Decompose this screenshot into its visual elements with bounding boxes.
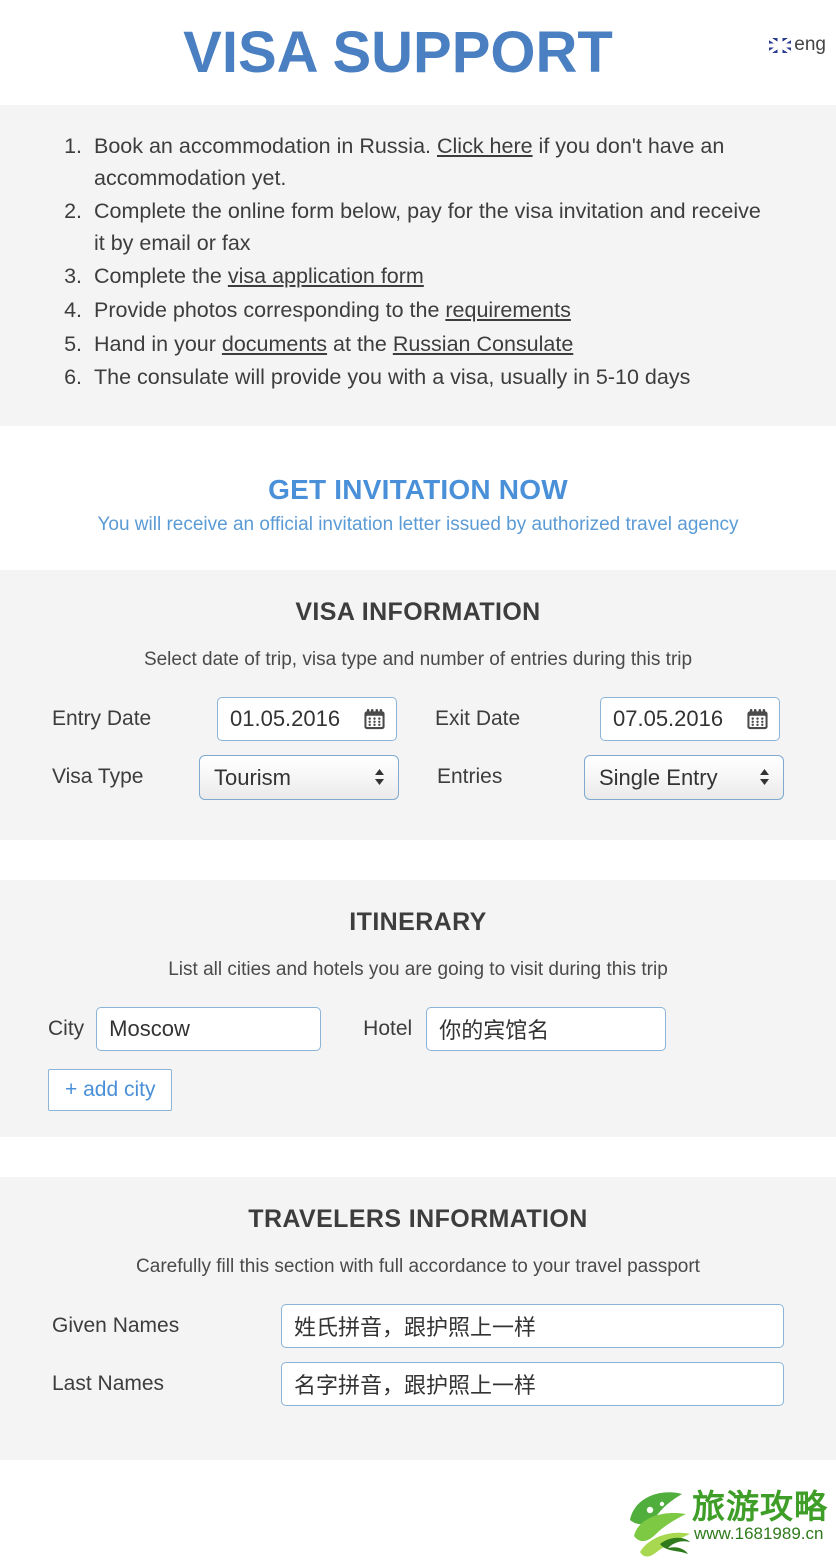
itinerary-subtitle: List all cities and hotels you are going… bbox=[168, 958, 668, 980]
entries-label: Entries bbox=[437, 765, 503, 789]
get-invitation-subtitle: You will receive an official invitation … bbox=[97, 513, 739, 535]
travelers-information-subtitle: Carefully fill this section with full ac… bbox=[136, 1255, 700, 1277]
list-item: Complete the visa application form bbox=[88, 261, 776, 293]
page-header: VISA SUPPORT eng bbox=[0, 0, 836, 105]
given-names-input[interactable] bbox=[281, 1303, 784, 1348]
step-text-prefix: Complete the online form below, pay for … bbox=[94, 199, 761, 255]
list-item: Hand in your documents at the Russian Co… bbox=[88, 329, 776, 361]
list-item: Complete the online form below, pay for … bbox=[88, 196, 776, 259]
entry-date-input[interactable] bbox=[217, 696, 397, 741]
last-names-input[interactable] bbox=[281, 1361, 784, 1406]
add-city-button[interactable]: + add city bbox=[48, 1068, 173, 1111]
hotel-label: Hotel bbox=[363, 1016, 413, 1040]
entry-date-wrapper bbox=[217, 696, 397, 741]
step-text-prefix: Book an accommodation in Russia. bbox=[94, 134, 437, 158]
get-invitation-block: GET INVITATION NOW You will receive an o… bbox=[0, 425, 836, 570]
given-names-label: Given Names bbox=[52, 1313, 180, 1337]
section-gap bbox=[0, 839, 836, 880]
city-input[interactable] bbox=[96, 1006, 322, 1051]
given-names-row: Given Names bbox=[0, 1303, 836, 1348]
dates-row: Entry Date Exit Date bbox=[0, 696, 836, 741]
watermark-url: www.1681989.cn bbox=[694, 1524, 824, 1543]
entries-select[interactable]: Single Entry bbox=[584, 754, 784, 800]
documents-link[interactable]: documents bbox=[222, 332, 327, 356]
step-text-prefix: Provide photos corresponding to the bbox=[94, 297, 446, 322]
instructions-panel: Book an accommodation in Russia. Click h… bbox=[0, 105, 836, 426]
step-text-suffix: at the bbox=[327, 331, 393, 356]
visa-type-select[interactable]: Tourism bbox=[199, 754, 399, 800]
travel-logo-icon bbox=[630, 1492, 690, 1557]
exit-date-wrapper bbox=[600, 696, 780, 741]
click-here-link[interactable]: Click here bbox=[437, 134, 533, 158]
list-item: Book an accommodation in Russia. Click h… bbox=[88, 131, 776, 194]
entries-wrapper: Single Entry bbox=[584, 754, 784, 800]
page-title: VISA SUPPORT bbox=[183, 20, 613, 85]
step-text-prefix: The consulate will provide you with a vi… bbox=[94, 365, 691, 390]
visa-information-subtitle: Select date of trip, visa type and numbe… bbox=[143, 648, 693, 670]
last-names-row: Last Names bbox=[0, 1361, 836, 1406]
list-item: Provide photos corresponding to the requ… bbox=[88, 295, 776, 327]
russian-consulate-link[interactable]: Russian Consulate bbox=[393, 332, 573, 356]
visa-type-label: Visa Type bbox=[52, 765, 144, 789]
itinerary-title: ITINERARY bbox=[349, 907, 487, 936]
visa-type-row: Visa Type Tourism Entries Single Entry bbox=[0, 754, 836, 800]
list-item: The consulate will provide you with a vi… bbox=[88, 362, 776, 394]
language-switcher[interactable]: eng bbox=[769, 34, 826, 56]
last-names-label: Last Names bbox=[52, 1371, 165, 1395]
visa-information-title: VISA INFORMATION bbox=[295, 597, 541, 626]
city-label: City bbox=[48, 1016, 85, 1040]
exit-date-input[interactable] bbox=[600, 696, 780, 741]
hotel-input[interactable] bbox=[426, 1006, 667, 1051]
language-label: eng bbox=[794, 34, 826, 55]
uk-flag-icon bbox=[769, 37, 792, 53]
exit-date-label: Exit Date bbox=[435, 706, 521, 730]
instructions-list: Book an accommodation in Russia. Click h… bbox=[0, 131, 836, 394]
step-text-prefix: Hand in your bbox=[94, 331, 222, 356]
city-hotel-row: City Hotel bbox=[0, 1006, 836, 1051]
step-text-prefix: Complete the bbox=[94, 264, 228, 289]
watermark-text: 旅游攻略 bbox=[692, 1490, 828, 1526]
requirements-link[interactable]: requirements bbox=[445, 298, 570, 322]
travelers-information-section: TRAVELERS INFORMATION Carefully fill thi… bbox=[0, 1176, 836, 1460]
visa-type-wrapper: Tourism bbox=[199, 754, 399, 800]
itinerary-section: ITINERARY List all cities and hotels you… bbox=[0, 879, 836, 1137]
entry-date-label: Entry Date bbox=[52, 706, 152, 730]
visa-information-section: VISA INFORMATION Select date of trip, vi… bbox=[0, 569, 836, 840]
travelers-information-title: TRAVELERS INFORMATION bbox=[248, 1204, 588, 1233]
visa-support-page: VISA SUPPORT eng Book an accommodation i… bbox=[0, 0, 836, 1566]
get-invitation-title: GET INVITATION NOW bbox=[268, 473, 568, 505]
visa-application-form-link[interactable]: visa application form bbox=[228, 264, 424, 288]
watermark: 旅游攻略 www.1681989.cn bbox=[620, 1474, 836, 1566]
section-gap bbox=[0, 1136, 836, 1177]
